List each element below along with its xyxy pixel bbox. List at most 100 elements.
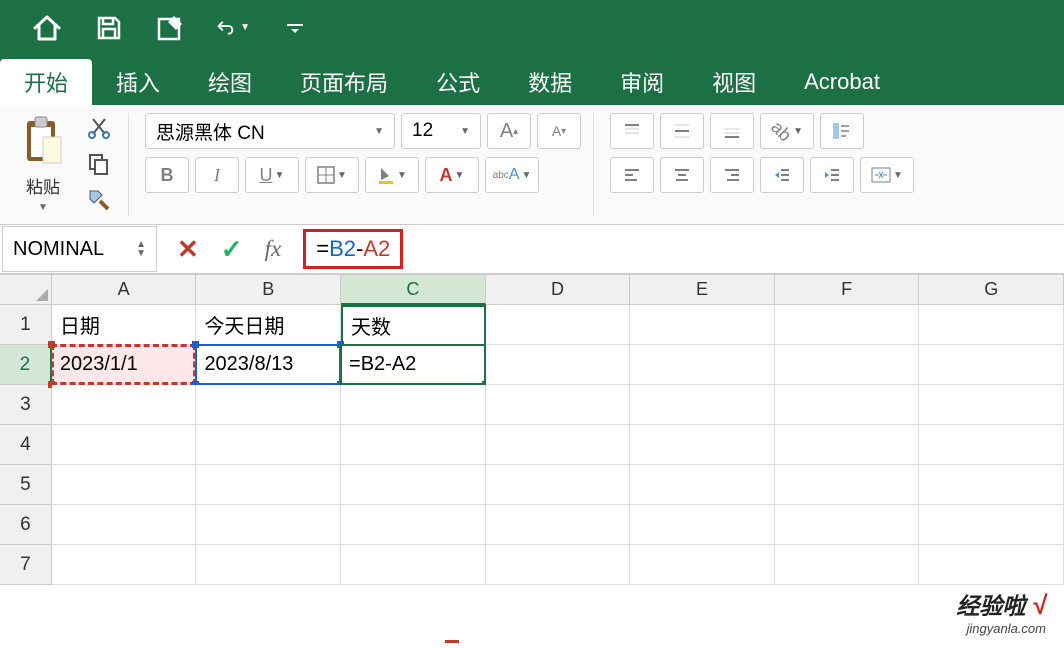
paste-button[interactable]: 粘贴 ▼ [12,113,74,213]
cell-b1[interactable]: 今天日期 [196,305,341,345]
phonetic-button[interactable]: abcA ▼ [485,157,539,193]
cell-g3[interactable] [919,385,1064,425]
overflow-icon[interactable] [278,11,312,45]
tab-layout[interactable]: 页面布局 [276,59,412,105]
cell-e3[interactable] [630,385,775,425]
cell-d4[interactable] [486,425,631,465]
copy-button[interactable] [82,149,116,179]
row-header-3[interactable]: 3 [0,385,52,425]
tab-view[interactable]: 视图 [688,59,780,105]
cell-g2[interactable] [919,345,1064,385]
font-size-select[interactable]: 12 ▼ [401,113,481,149]
cell-b3[interactable] [196,385,341,425]
col-header-e[interactable]: E [630,275,775,305]
confirm-icon[interactable]: ✓ [221,234,243,265]
edit-icon[interactable] [154,11,188,45]
col-header-d[interactable]: D [486,275,631,305]
border-button[interactable]: ▼ [305,157,359,193]
tab-data[interactable]: 数据 [504,59,596,105]
tab-insert[interactable]: 插入 [92,59,184,105]
cell-c2[interactable]: =B2-A2 [341,345,486,385]
bold-button[interactable]: B [145,157,189,193]
orientation-button[interactable]: ab▼ [760,113,814,149]
undo-icon[interactable]: ▼ [216,11,250,45]
save-icon[interactable] [92,11,126,45]
italic-button[interactable]: I [195,157,239,193]
merge-button[interactable]: ▼ [860,157,914,193]
row-header-4[interactable]: 4 [0,425,52,465]
tab-review[interactable]: 审阅 [596,59,688,105]
cell-f4[interactable] [775,425,920,465]
row-header-1[interactable]: 1 [0,305,52,345]
cell-d3[interactable] [486,385,631,425]
cell-f1[interactable] [775,305,920,345]
increase-indent-button[interactable] [810,157,854,193]
cell-d1[interactable] [486,305,631,345]
underline-button[interactable]: U▼ [245,157,299,193]
cell-c4[interactable] [341,425,486,465]
row-header-7[interactable]: 7 [0,545,52,585]
cut-button[interactable] [82,113,116,143]
tab-home[interactable]: 开始 [0,59,92,105]
row-header-6[interactable]: 6 [0,505,52,545]
cell-g5[interactable] [919,465,1064,505]
cell-f3[interactable] [775,385,920,425]
cell-d7[interactable] [486,545,631,585]
fill-color-button[interactable]: ▼ [365,157,419,193]
row-header-2[interactable]: 2 [0,345,52,385]
cell-c1[interactable]: 天数 [341,305,486,345]
cell-a6[interactable] [52,505,197,545]
align-center-button[interactable] [660,157,704,193]
cell-e2[interactable] [630,345,775,385]
cell-d5[interactable] [486,465,631,505]
col-header-a[interactable]: A [52,275,197,305]
cell-b6[interactable] [196,505,341,545]
cell-f6[interactable] [775,505,920,545]
align-bottom-button[interactable] [710,113,754,149]
align-left-button[interactable] [610,157,654,193]
cell-e6[interactable] [630,505,775,545]
home-icon[interactable] [30,11,64,45]
tab-draw[interactable]: 绘图 [184,59,276,105]
select-all-corner[interactable] [0,275,52,305]
cell-a1[interactable]: 日期 [52,305,197,345]
cell-c7[interactable] [341,545,486,585]
cell-f7[interactable] [775,545,920,585]
cell-f2[interactable] [775,345,920,385]
cell-g4[interactable] [919,425,1064,465]
cell-a5[interactable] [52,465,197,505]
cell-e5[interactable] [630,465,775,505]
cell-g1[interactable] [919,305,1064,345]
format-painter-button[interactable] [82,185,116,215]
font-color-button[interactable]: A ▼ [425,157,479,193]
cell-b7[interactable] [196,545,341,585]
increase-font-button[interactable]: A▴ [487,113,531,149]
cell-c6[interactable] [341,505,486,545]
row-header-5[interactable]: 5 [0,465,52,505]
cell-e1[interactable] [630,305,775,345]
cell-e4[interactable] [630,425,775,465]
col-header-f[interactable]: F [775,275,920,305]
cell-b5[interactable] [196,465,341,505]
font-name-select[interactable]: 思源黑体 CN ▼ [145,113,395,149]
tab-formula[interactable]: 公式 [412,59,504,105]
col-header-g[interactable]: G [919,275,1064,305]
col-header-b[interactable]: B [196,275,341,305]
decrease-indent-button[interactable] [760,157,804,193]
cell-e7[interactable] [630,545,775,585]
tab-acrobat[interactable]: Acrobat [780,59,904,105]
cell-b2[interactable]: 2023/8/13 [196,345,341,385]
cell-a7[interactable] [52,545,197,585]
decrease-font-button[interactable]: A▾ [537,113,581,149]
align-right-button[interactable] [710,157,754,193]
cell-b4[interactable] [196,425,341,465]
cell-a4[interactable] [52,425,197,465]
stepper-icon[interactable]: ▲▼ [136,240,146,258]
align-middle-button[interactable] [660,113,704,149]
wrap-text-button[interactable] [820,113,864,149]
cell-g7[interactable] [919,545,1064,585]
cancel-icon[interactable]: ✕ [177,234,199,265]
cell-c5[interactable] [341,465,486,505]
cell-d2[interactable] [486,345,631,385]
fx-icon[interactable]: fx [265,236,282,262]
